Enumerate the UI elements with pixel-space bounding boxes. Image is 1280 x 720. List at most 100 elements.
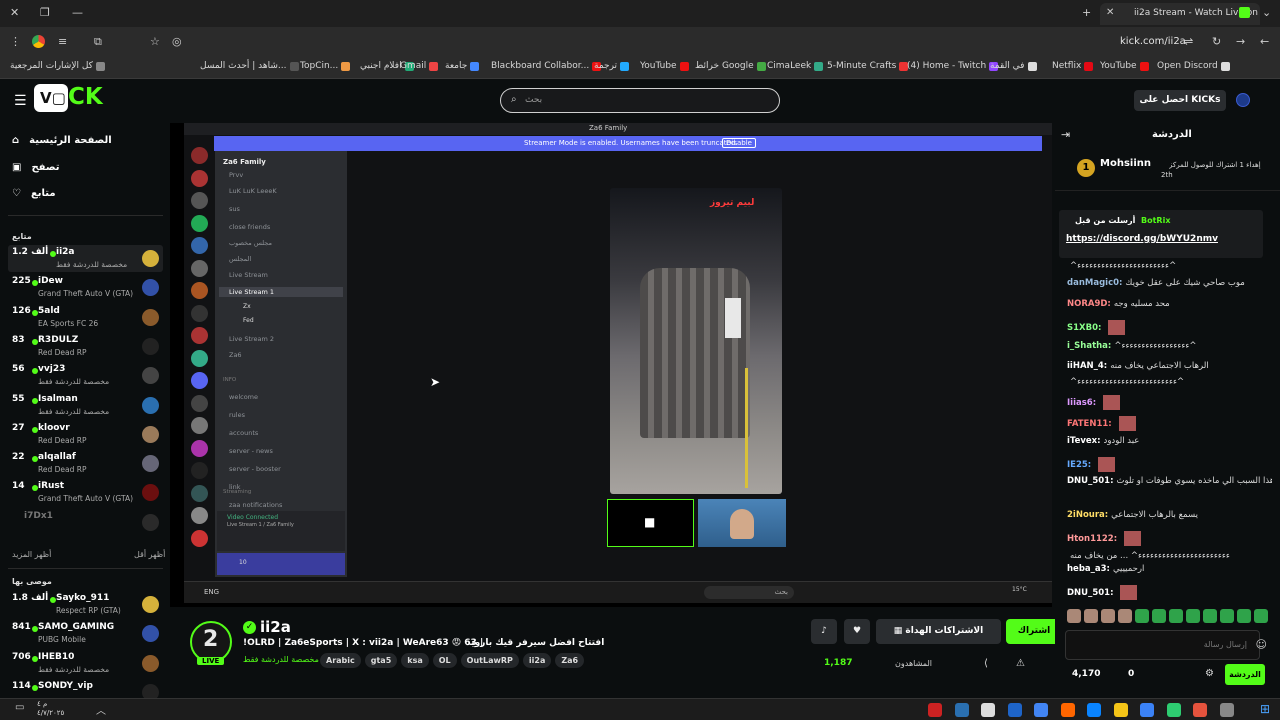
notify-button[interactable]: ♪ — [811, 619, 837, 644]
discord-channel[interactable]: Live Stream 2 — [229, 335, 274, 343]
bookmark-item[interactable]: Gmail — [400, 61, 439, 71]
nav-browse[interactable]: ▣ تصفح — [12, 162, 59, 173]
bookmark-item[interactable]: كل الإشارات المرجعية — [10, 61, 105, 71]
channel-item[interactable]: 1.8 ألف Sayko_911 Respect RP (GTA) — [8, 591, 163, 618]
discord-server-icon[interactable] — [191, 507, 208, 524]
tag-pill[interactable]: ii2a — [522, 653, 552, 668]
nav-following[interactable]: ♡ متابع — [12, 188, 56, 199]
chat-username[interactable]: IE25: — [1067, 460, 1091, 470]
chat-username[interactable]: 2iNoura: — [1067, 510, 1108, 520]
collapse-chat-icon[interactable]: ⇥ — [1061, 128, 1070, 141]
emoji-icon[interactable]: ☺ — [1256, 638, 1267, 651]
tab-menu-icon[interactable]: ⌄ — [1262, 6, 1271, 19]
discord-channel[interactable]: مجلس مخصوب — [229, 239, 272, 247]
quick-emote-icon[interactable] — [1254, 609, 1268, 623]
taskbar-app-icon[interactable] — [928, 703, 942, 717]
chat-username[interactable]: S1XB0: — [1067, 323, 1101, 333]
discord-server-icon[interactable] — [191, 169, 208, 187]
discord-server-icon[interactable] — [191, 417, 208, 434]
discord-server-icon[interactable] — [191, 394, 208, 412]
chat-username[interactable]: Iiias6: — [1067, 398, 1096, 408]
nav-home[interactable]: ⌂ الصفحة الرئيسية — [12, 135, 112, 146]
star-icon[interactable]: ☆ — [150, 35, 160, 48]
channel-item[interactable]: i7Dx1 — [8, 509, 163, 536]
discord-channel[interactable]: zaa notifications — [229, 501, 282, 509]
quick-emote-icon[interactable] — [1237, 609, 1251, 623]
discord-server-icon[interactable] — [191, 147, 208, 164]
discord-server-icon[interactable] — [191, 439, 208, 457]
quick-emote-icon[interactable] — [1220, 609, 1234, 623]
discord-channel[interactable]: server - news — [229, 447, 273, 455]
extensions-icon[interactable]: ⧉ — [94, 35, 102, 49]
channel-name[interactable]: ii2a — [260, 618, 291, 636]
discord-server-icon[interactable] — [191, 327, 208, 344]
get-kicks-button[interactable]: احصل على KICKs — [1134, 90, 1226, 111]
discord-server-icon[interactable] — [191, 282, 208, 299]
video-tile-self[interactable]: ■ — [607, 499, 694, 547]
share-icon[interactable]: ⟨ — [984, 658, 988, 669]
taskbar-app-icon[interactable] — [954, 703, 969, 717]
bookmark-item[interactable]: ترجمة — [594, 61, 630, 71]
show-more[interactable]: أظهر المزيد — [12, 550, 51, 559]
discord-server-icon[interactable] — [191, 372, 208, 389]
tag-pill[interactable]: gta5 — [364, 653, 398, 668]
channel-item[interactable]: 126 5ald EA Sports FC 26 — [8, 304, 163, 331]
taskbar-app-icon[interactable] — [981, 703, 995, 717]
taskbar-app-icon[interactable] — [1193, 703, 1207, 717]
follow-button[interactable]: ♥ — [844, 619, 870, 644]
url-text[interactable]: kick.com/ii2a — [1120, 36, 1186, 47]
bookmark-item[interactable]: Open Discord — [1157, 61, 1230, 71]
chat-username[interactable]: iiHAN_4: — [1067, 361, 1107, 371]
discord-category[interactable]: INFO — [223, 377, 236, 383]
discord-channel[interactable]: Live Stream 1 — [219, 287, 343, 297]
gift-subs-button[interactable]: ▦ الاشتراكات الهداة — [876, 619, 1001, 644]
taskbar-app-icon[interactable] — [1087, 703, 1101, 717]
show-less[interactable]: أظهر أقل — [134, 550, 165, 559]
channel-item[interactable]: 706 IHEB10 مخصصة للدردشة فقط — [8, 650, 163, 677]
chat-settings-icon[interactable]: ⚙ — [1205, 668, 1214, 679]
quick-emote-icon[interactable] — [1067, 609, 1081, 623]
chat-username[interactable]: i_Shatha: — [1067, 341, 1111, 351]
discord-channel[interactable]: close friends — [229, 223, 270, 231]
discord-server-icon[interactable] — [191, 484, 208, 502]
reload-icon[interactable]: ↻ — [1212, 35, 1221, 48]
bookmark-item[interactable]: جامعة — [445, 61, 480, 71]
hamburger-icon[interactable]: ☰ — [14, 93, 27, 109]
discord-channel[interactable]: server - booster — [229, 465, 281, 473]
close-tab-icon[interactable]: ✕ — [1106, 7, 1114, 18]
forward-icon[interactable]: → — [1236, 35, 1245, 48]
bookmark-item[interactable]: CimaLeek — [767, 61, 824, 71]
windows-start-icon[interactable]: ⊞ — [1260, 702, 1270, 716]
quick-emote-icon[interactable] — [1169, 609, 1183, 623]
stream-category[interactable]: مخصصة للدردشة فقط — [243, 655, 319, 664]
taskbar-app-icon[interactable] — [1140, 703, 1154, 717]
discord-channel[interactable]: accounts — [229, 429, 258, 437]
channel-item[interactable]: 14 iRust Grand Theft Auto V (GTA) — [8, 479, 163, 506]
taskbar-app-icon[interactable] — [1007, 703, 1022, 717]
kick-logo[interactable]: V▢ CK — [34, 84, 106, 112]
discord-channel[interactable]: rules — [229, 411, 245, 419]
search-bar[interactable]: ⌕ بحث — [500, 88, 780, 113]
bookmark-item[interactable]: Netflix — [1052, 61, 1094, 71]
chat-username[interactable]: DNU_501: — [1067, 476, 1113, 486]
bookmark-item[interactable]: TopCin... — [300, 61, 351, 71]
discord-server-icon[interactable] — [191, 529, 208, 547]
voice-user[interactable]: Zx — [243, 303, 251, 310]
new-tab-icon[interactable]: + — [1082, 6, 1091, 19]
discord-server-icon[interactable] — [191, 192, 208, 209]
tag-pill[interactable]: OL — [432, 653, 457, 668]
eye-off-icon[interactable]: ◎ — [172, 35, 182, 48]
bookmark-item[interactable]: (4) Home - Twitch — [907, 61, 999, 71]
quick-emote-icon[interactable] — [1101, 609, 1115, 623]
discord-server-icon[interactable] — [191, 462, 208, 479]
chat-username[interactable]: heba_a3: — [1067, 564, 1110, 574]
tray-arrow-icon[interactable]: ︿ — [96, 702, 106, 717]
discord-server-icon[interactable] — [191, 304, 208, 322]
chat-username[interactable]: Hton1122: — [1067, 534, 1117, 544]
bookmark-item[interactable]: YouTube — [640, 61, 689, 71]
chat-input[interactable]: إرسال رسالة ☺ — [1065, 630, 1267, 660]
video-player[interactable]: Za6 Family Streamer Mode is enabled. Use… — [170, 123, 1052, 607]
active-tab[interactable]: ✕ ii2a Stream - Watch Live on — [1100, 3, 1260, 25]
channel-item[interactable]: 225 iDew Grand Theft Auto V (GTA) — [8, 274, 163, 301]
menu-dots-icon[interactable]: ⋮ — [10, 35, 21, 48]
